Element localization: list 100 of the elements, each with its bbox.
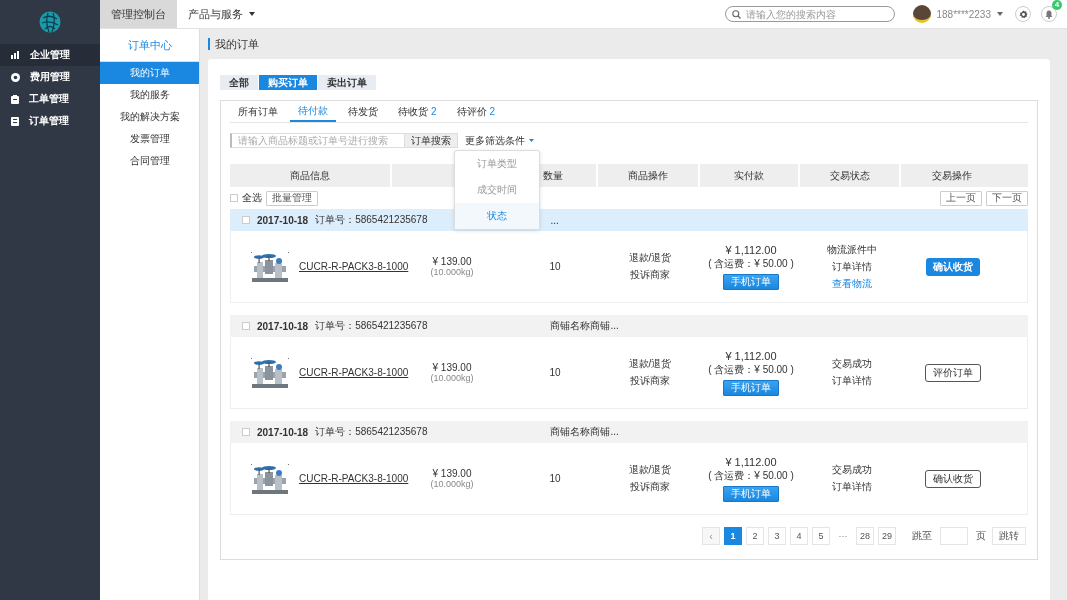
menu-item[interactable]: 我的服务 [100,84,199,106]
go-button[interactable]: 跳转 [992,527,1026,545]
menu-title: 订单中心 [127,37,172,53]
sidebar-item[interactable]: 订单管理 [0,110,100,132]
menu-option[interactable]: 状态 [455,203,539,229]
bar-chart-icon [11,51,20,59]
product-link[interactable]: CUCR-R-PACK3-8-1000 [299,367,409,378]
search-icon [731,10,741,19]
action-button[interactable]: 确认收货 [925,257,980,276]
logistics-link[interactable]: 查看物流 [831,276,872,291]
page-button[interactable]: 4 [789,527,808,545]
shipping-fee: ( 含运费：¥ 50.00 ) [708,362,794,377]
product-weight: (10.000kg) [430,267,474,277]
order-type-tab[interactable]: 全部 [220,75,258,90]
page-button[interactable]: 29 [878,527,896,545]
order-type-tab[interactable]: 卖出订单 [318,75,376,90]
page-unit: 页 [976,529,986,543]
pagination-ellipsis: ··· [837,531,849,541]
globe-logo [39,11,61,33]
menu-item[interactable]: 我的订单 [100,62,199,84]
status-tab[interactable]: 所有订单 [230,101,286,122]
order-type-tab[interactable]: 购买订单 [259,75,317,90]
filter-dropdown[interactable]: 更多筛选条件 [465,133,534,148]
page-button[interactable]: 3 [767,527,786,545]
quantity: 10 [549,261,561,272]
total-price: ¥ 1,112.00 [725,349,777,362]
column-header: 交易状态 [829,168,870,183]
checkbox[interactable] [242,216,250,224]
batch-button[interactable]: 批量管理 [266,190,318,206]
document-icon [11,116,19,126]
quantity: 10 [549,367,561,378]
bell-icon [1045,9,1053,19]
select-all-label: 全选 [242,191,262,205]
menu-item[interactable]: 发票管理 [100,128,199,150]
avatar[interactable] [912,5,931,23]
order-date: 2017-10-18 [257,320,309,332]
store-name: 商铺名称商铺... [550,319,619,333]
product-weight: (10.000kg) [430,373,474,383]
product-weight: (10.000kg) [430,479,474,489]
product-link[interactable]: CUCR-R-PACK3-8-1000 [299,261,409,272]
search-button[interactable]: 订单搜索 [405,133,458,148]
menu-item[interactable]: 我的解决方案 [100,106,199,128]
status-tab[interactable]: 待发货 [340,101,386,122]
column-header: 实付款 [734,168,764,183]
product-action-link[interactable]: 投诉商家 [630,268,670,282]
jump-label: 跳至 [912,529,932,543]
page-title: 我的订单 [208,38,259,50]
store-name: ... [550,214,559,226]
clipboard-icon [11,94,19,104]
settings-icon [1018,9,1028,19]
sidebar-item[interactable]: 工单管理 [0,88,100,110]
caret-icon[interactable] [997,12,1003,16]
total-price: ¥ 1,112.00 [725,455,777,468]
total-price: ¥ 1,112.00 [725,243,777,256]
status-text: 交易成功 [831,463,872,477]
unit-price: ¥ 139.00 [432,256,472,267]
page-button[interactable]: 5 [811,527,830,545]
sidebar-item[interactable]: 费用管理 [0,66,100,88]
menu-item[interactable]: 合同管理 [100,150,199,172]
product-action-link[interactable]: 退款/退货 [628,251,672,265]
action-button[interactable]: 评价订单 [924,363,981,382]
search-field[interactable]: 请输入您的搜索内容 [724,6,895,22]
status-tab[interactable]: 待收货 2 [390,101,445,122]
status-tab[interactable]: 待付款 [290,101,336,122]
product-link[interactable]: CUCR-R-PACK3-8-1000 [299,473,409,484]
order-number: 订单号：5865421235678 [315,319,428,333]
next-button[interactable]: 下一页 [986,190,1028,206]
product-action-link[interactable]: 退款/退货 [628,463,672,477]
action-button[interactable]: 确认收货 [924,469,981,488]
column-header: 数量 [543,168,563,183]
quantity: 10 [549,473,561,484]
checkbox[interactable] [242,428,250,436]
status-text: 物流派件中 [826,242,877,257]
caret-icon [529,139,534,142]
page-input[interactable] [940,527,968,545]
nav-tab[interactable]: 管理控制台 [100,0,177,28]
unit-price: ¥ 139.00 [432,362,472,373]
shipping-fee: ( 含运费：¥ 50.00 ) [708,468,794,483]
order-date: 2017-10-18 [257,214,309,226]
nav-tab[interactable]: 产品与服务 [177,0,266,28]
user-name[interactable]: 188****2233 [936,8,991,20]
store-name: 商铺名称商铺... [550,425,619,439]
status-text: 交易成功 [831,357,872,371]
checkbox[interactable] [230,194,238,202]
status-text: 订单详情 [831,374,872,388]
shipping-fee: ( 含运费：¥ 50.00 ) [708,256,794,271]
product-action-link[interactable]: 投诉商家 [630,480,670,494]
order-date: 2017-10-18 [257,426,309,438]
product-action-link[interactable]: 退款/退货 [628,357,672,371]
product-action-link[interactable]: 投诉商家 [630,374,670,388]
page-button[interactable]: 2 [745,527,764,545]
notification-badge: 4 [1052,0,1062,10]
page-button[interactable]: 28 [855,527,874,545]
status-tab[interactable]: 待评价 2 [448,101,504,122]
page-button[interactable]: 1 [723,527,742,545]
checkbox[interactable] [242,322,250,330]
prev-button[interactable]: 上一页 [940,190,982,206]
column-header: 交易操作 [931,168,972,183]
order-number: 订单号：5865421235678 [315,213,428,227]
sidebar-item[interactable]: 企业管理 [0,44,100,66]
